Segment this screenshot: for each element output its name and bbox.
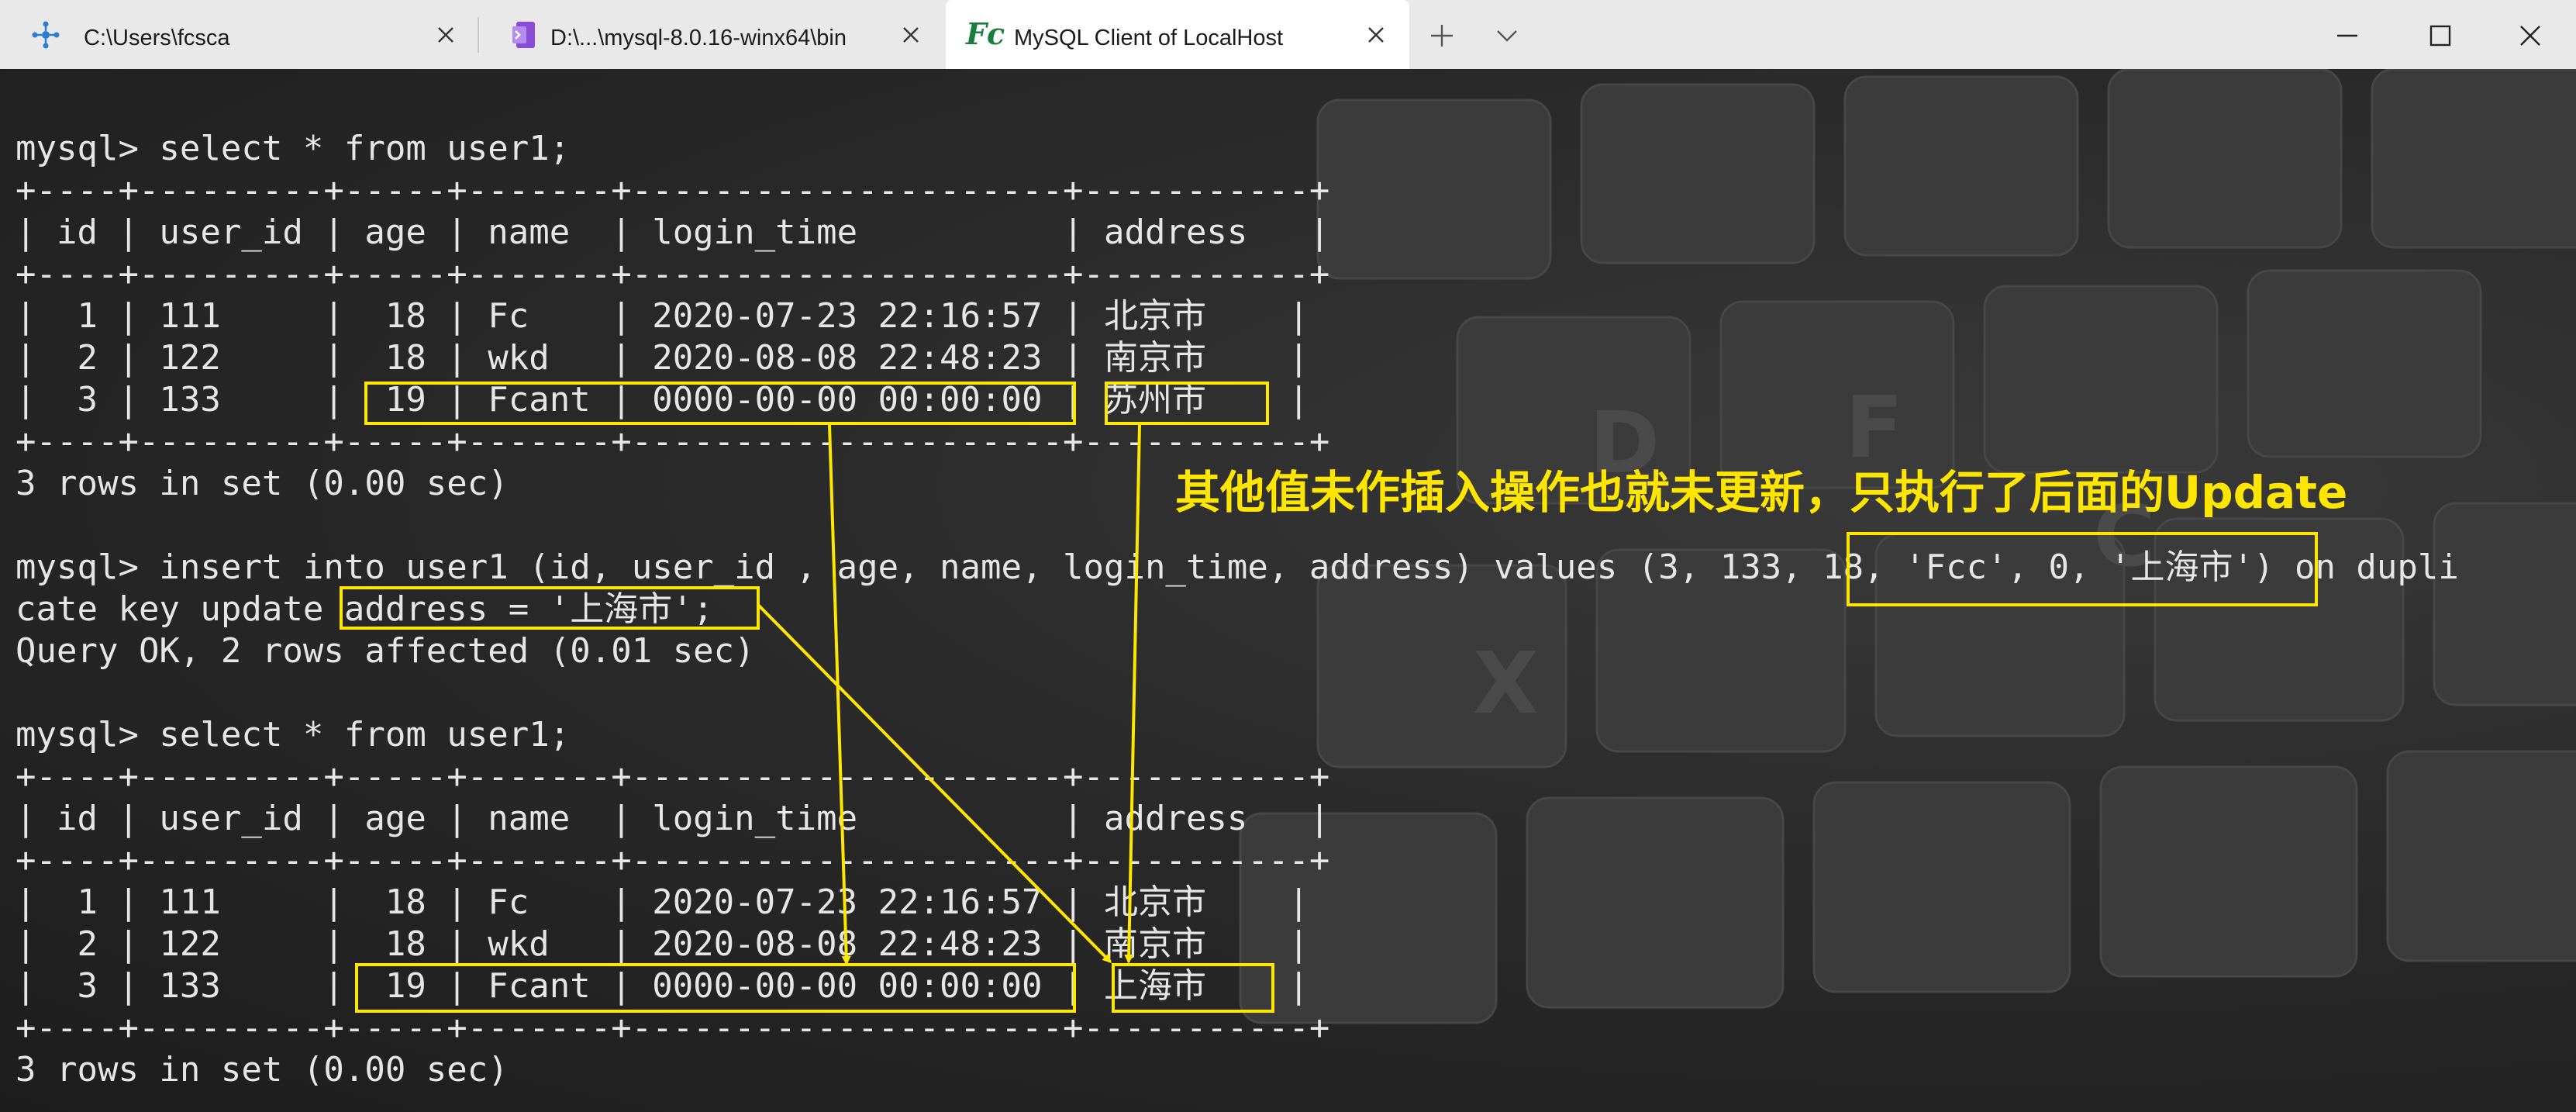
minimize-icon (2337, 34, 2357, 37)
terminal-line: +----+---------+-----+-------+----------… (16, 254, 1330, 294)
close-window-button[interactable] (2509, 14, 2552, 57)
terminal-line: +----+---------+-----+-------+----------… (16, 171, 1330, 210)
terminal-line: mysql> select * from user1; (16, 715, 571, 755)
title-bar: C:\Users\fcsca D:\...\mysql-8.0.16-winx6… (0, 0, 2576, 69)
terminal-line: +----+---------+-----+-------+----------… (16, 841, 1330, 880)
terminal-line: | id | user_id | age | name | login_time… (16, 799, 1330, 838)
close-icon (2520, 26, 2540, 46)
close-icon[interactable] (1364, 23, 1388, 47)
tab-title: MySQL Client of LocalHost (1014, 26, 1284, 50)
tab-users-fcsca[interactable]: C:\Users\fcsca (0, 0, 473, 69)
terminal-line: | 1 | 111 | 18 | Fc | 2020-07-23 22:16:5… (16, 882, 1309, 922)
terminal-line: cate key update address = '上海市'; (16, 589, 714, 629)
maximize-icon (2429, 25, 2451, 47)
tab-mysql-client[interactable]: Fc MySQL Client of LocalHost (946, 0, 1409, 69)
new-tab-button[interactable] (1420, 14, 1464, 57)
network-hub-icon (32, 21, 60, 49)
minimize-button[interactable] (2326, 14, 2369, 57)
fc-logo-icon: Fc (966, 16, 1005, 51)
terminal-line: | 2 | 122 | 18 | wkd | 2020-08-08 22:48:… (16, 338, 1309, 378)
svg-text:X: X (1473, 634, 1539, 733)
terminal-line: +----+---------+-----+-------+----------… (16, 757, 1330, 796)
terminal-line: 3 rows in set (0.00 sec) (16, 464, 509, 503)
svg-text:F: F (1845, 378, 1903, 477)
terminal-pane[interactable]: D F C X mysql> select * from user1; +---… (0, 69, 2576, 1112)
terminal-line: | 3 | 133 | 19 | Fcant | 0000-00-00 00:0… (16, 966, 1309, 1006)
close-icon[interactable] (434, 23, 457, 47)
terminal-line: +----+---------+-----+-------+----------… (16, 422, 1330, 461)
tab-title: C:\Users\fcsca (84, 26, 230, 50)
terminal-window-icon (512, 22, 535, 48)
close-icon[interactable] (899, 23, 922, 47)
chevron-down-icon (1497, 30, 1517, 42)
terminal-window: C:\Users\fcsca D:\...\mysql-8.0.16-winx6… (0, 0, 2576, 1112)
tab-mysql-bin[interactable]: D:\...\mysql-8.0.16-winx64\bin (479, 0, 944, 69)
terminal-line: | 1 | 111 | 18 | Fc | 2020-07-23 22:16:5… (16, 296, 1309, 336)
terminal-line: | 3 | 133 | 19 | Fcant | 0000-00-00 00:0… (16, 380, 1309, 420)
terminal-line: mysql> select * from user1; (16, 129, 571, 168)
terminal-line: | 2 | 122 | 18 | wkd | 2020-08-08 22:48:… (16, 924, 1309, 964)
annotation-text: 其他值未作插入操作也就未更新，只执行了后面的Update (1175, 466, 2348, 519)
tab-dropdown-button[interactable] (1485, 14, 1529, 57)
maximize-button[interactable] (2419, 14, 2462, 57)
terminal-line: mysql> insert into user1 (id, user_id , … (16, 547, 2459, 587)
terminal-line: 3 rows in set (0.00 sec) (16, 1050, 509, 1090)
tab-title: D:\...\mysql-8.0.16-winx64\bin (550, 26, 847, 50)
terminal-line: +----+---------+-----+-------+----------… (16, 1008, 1330, 1048)
terminal-line: | id | user_id | age | name | login_time… (16, 212, 1330, 252)
terminal-line: Query OK, 2 rows affected (0.01 sec) (16, 631, 755, 671)
plus-icon (1431, 25, 1453, 47)
